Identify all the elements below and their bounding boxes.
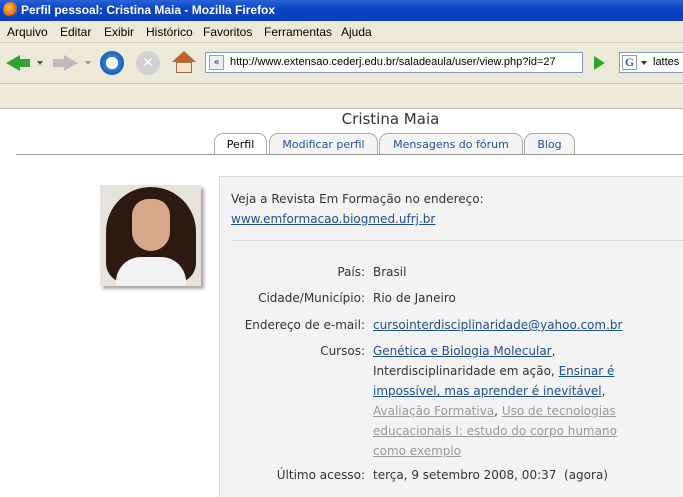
reload-icon[interactable]	[100, 51, 124, 75]
country-value: Brasil	[373, 265, 407, 279]
email-label: Endereço de e-mail:	[244, 318, 365, 332]
google-icon[interactable]: G	[622, 55, 637, 70]
address-bar[interactable]: « http://www.extensao.cederj.edu.br/sala…	[205, 52, 583, 73]
courses-list: Genética e Biologia Molecular, Interdisc…	[373, 344, 617, 458]
search-box[interactable]: G lattes	[619, 52, 683, 73]
description-text: Veja a Revista Em Formação no endereço:	[231, 192, 484, 206]
page-title: Cristina Maia	[341, 110, 440, 128]
go-icon[interactable]	[589, 53, 609, 73]
tab-modificar-perfil[interactable]: Modificar perfil	[269, 133, 378, 154]
menu-arquivo[interactable]: Arquivo	[7, 25, 48, 39]
menu-favoritos[interactable]: Favoritos	[203, 25, 252, 39]
course-item: Interdisciplinaridade em ação	[373, 364, 551, 378]
home-icon[interactable]	[172, 51, 196, 75]
forward-icon[interactable]	[53, 51, 78, 75]
tab-mensagens-forum[interactable]: Mensagens do fórum	[379, 133, 523, 154]
profile-description: Veja a Revista Em Formação no endereço: …	[231, 189, 484, 229]
course-link-hidden[interactable]: Avaliação Formativa	[373, 404, 494, 418]
window-title: Perfil pessoal: Cristina Maia - Mozilla …	[21, 3, 276, 17]
firefox-icon	[3, 2, 18, 17]
menu-historico[interactable]: Histórico	[146, 25, 193, 39]
menu-editar[interactable]: Editar	[60, 25, 91, 39]
city-label: Cidade/Município:	[258, 291, 365, 305]
country-label: País:	[337, 265, 365, 279]
tabs-divider	[16, 154, 683, 155]
course-link[interactable]: Genética e Biologia Molecular	[373, 344, 552, 358]
menu-ajuda[interactable]: Ajuda	[341, 25, 372, 39]
last-access-label: Último acesso:	[276, 468, 365, 482]
email-value: cursointerdisciplinaridade@yahoo.com.br	[373, 315, 622, 335]
courses-label: Cursos:	[320, 344, 365, 358]
search-input[interactable]: lattes	[653, 56, 679, 68]
user-photo	[100, 185, 201, 286]
menu-exibir[interactable]: Exibir	[104, 25, 134, 39]
tab-blog[interactable]: Blog	[524, 133, 575, 154]
site-favicon-icon: «	[209, 55, 224, 70]
window-title-bar: Perfil pessoal: Cristina Maia - Mozilla …	[0, 0, 683, 21]
tab-perfil[interactable]: Perfil	[214, 133, 267, 155]
divider	[231, 240, 683, 241]
city-value: Rio de Janeiro	[373, 291, 456, 305]
description-link[interactable]: www.emformacao.biogmed.ufrj.br	[231, 212, 435, 226]
back-dropdown-icon[interactable]	[37, 61, 43, 65]
stop-icon[interactable]: ✕	[136, 51, 160, 75]
menu-ferramentas[interactable]: Ferramentas	[264, 25, 332, 39]
forward-dropdown-icon[interactable]	[85, 61, 91, 65]
email-link[interactable]: cursointerdisciplinaridade@yahoo.com.br	[373, 318, 622, 332]
menu-bar: Arquivo Editar Exibir Histórico Favorito…	[0, 21, 683, 43]
last-access-value: terça, 9 setembro 2008, 00:37 (agora)	[373, 468, 608, 482]
search-engine-dropdown-icon[interactable]	[641, 61, 647, 65]
address-input[interactable]: http://www.extensao.cederj.edu.br/salade…	[230, 56, 580, 68]
back-icon[interactable]	[6, 51, 30, 75]
bookmarks-toolbar	[0, 84, 683, 109]
